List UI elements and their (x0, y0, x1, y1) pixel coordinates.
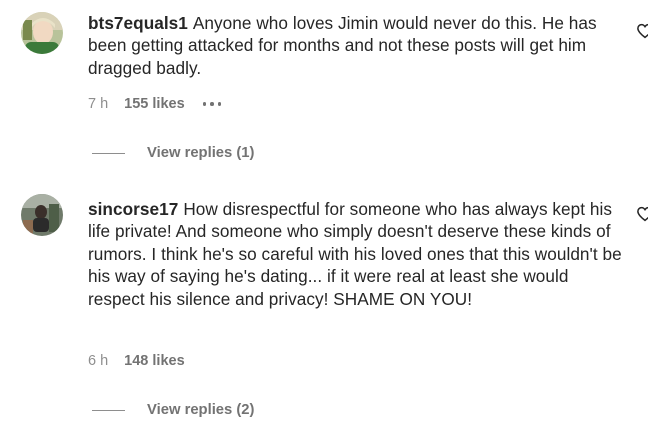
comment-username[interactable]: bts7equals1 (88, 13, 188, 33)
replies-divider (92, 409, 125, 411)
avatar-image (21, 12, 63, 54)
comment-likes[interactable]: 148 likes (124, 353, 184, 369)
avatar[interactable] (21, 194, 63, 236)
view-replies-label: View replies (1) (147, 145, 255, 161)
view-replies-button[interactable]: View replies (1) (92, 143, 254, 163)
heart-outline-icon[interactable] (636, 205, 648, 223)
view-replies-label: View replies (2) (147, 402, 255, 418)
comment-meta: 6 h 148 likes (88, 351, 203, 371)
comment-likes[interactable]: 155 likes (124, 96, 184, 112)
view-replies-button[interactable]: View replies (2) (92, 400, 254, 420)
comment-username[interactable]: sincorse17 (88, 199, 178, 219)
comment-time: 7 h (88, 96, 109, 112)
avatar-image (21, 194, 63, 236)
avatar[interactable] (21, 12, 63, 54)
heart-outline-icon[interactable] (636, 22, 648, 40)
comments-panel: bts7equals1 Anyone who loves Jimin would … (0, 0, 648, 432)
comment-text-block: bts7equals1 Anyone who loves Jimin would … (88, 12, 624, 79)
replies-divider (92, 152, 125, 154)
more-options-icon[interactable] (202, 94, 222, 114)
comment-text-block: sincorse17 How disrespectful for someone … (88, 198, 624, 310)
comment-time: 6 h (88, 353, 109, 369)
comment-meta: 7 h 155 likes (88, 94, 222, 114)
